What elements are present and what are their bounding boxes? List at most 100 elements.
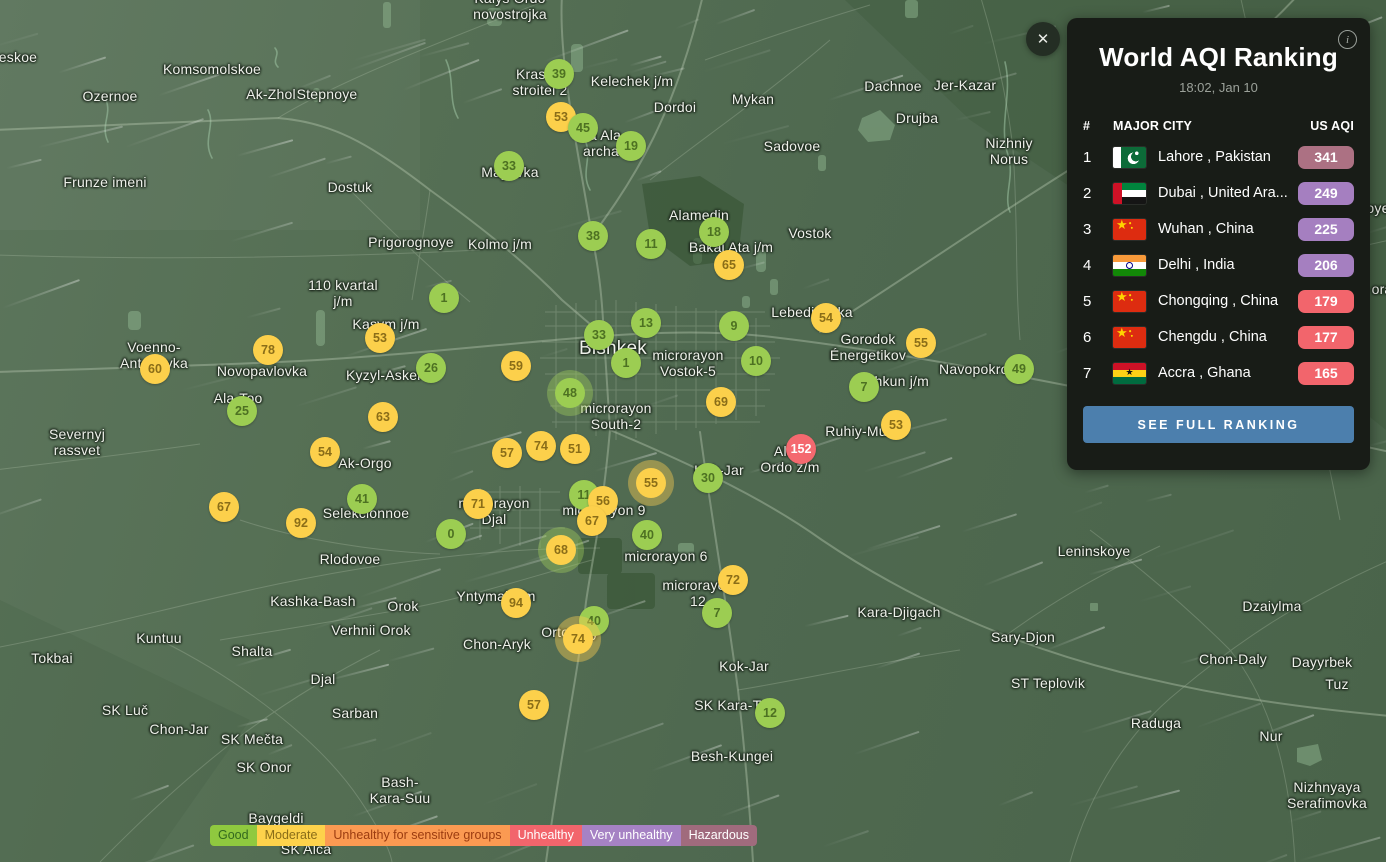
ranking-row[interactable]: 6 Chengdu , China 177 — [1083, 319, 1354, 355]
aqi-station-marker[interactable]: 33 — [584, 320, 614, 350]
aqi-station-marker[interactable]: 53 — [365, 323, 395, 353]
aqi-value-badge: 249 — [1298, 182, 1354, 205]
ae-flag-icon — [1113, 183, 1146, 204]
aqi-station-marker[interactable]: 25 — [227, 396, 257, 426]
ranking-row[interactable]: 7 Accra , Ghana 165 — [1083, 355, 1354, 391]
panel-title: World AQI Ranking — [1083, 42, 1354, 73]
aqi-station-marker[interactable]: 57 — [519, 690, 549, 720]
aqi-station-marker[interactable]: 0 — [436, 519, 466, 549]
aqi-value-badge: 206 — [1298, 254, 1354, 277]
aqi-station-marker[interactable]: 55 — [906, 328, 936, 358]
info-icon[interactable]: i — [1338, 30, 1357, 49]
rank-number: 5 — [1083, 293, 1113, 310]
aqi-station-marker[interactable]: 67 — [577, 506, 607, 536]
city-name: Dubai , United Ara... — [1158, 185, 1298, 201]
aqi-station-marker[interactable]: 38 — [578, 221, 608, 251]
aqi-station-marker[interactable]: 7 — [849, 372, 879, 402]
aqi-station-marker[interactable]: 78 — [253, 335, 283, 365]
aqi-station-marker[interactable]: 74 — [526, 431, 556, 461]
aqi-station-marker[interactable]: 72 — [718, 565, 748, 595]
legend-item-unhealthy_sensitive: Unhealthy for sensitive groups — [325, 825, 509, 846]
legend-item-very_unhealthy: Very unhealthy — [582, 825, 681, 846]
aqi-station-marker[interactable]: 1 — [429, 283, 459, 313]
aqi-station-marker[interactable]: 55 — [636, 468, 666, 498]
legend-item-unhealthy: Unhealthy — [510, 825, 582, 846]
city-name: Chengdu , China — [1158, 329, 1298, 345]
col-us-aqi: US AQI — [1296, 119, 1354, 133]
pk-flag-icon — [1113, 147, 1146, 168]
aqi-station-marker[interactable]: 48 — [555, 378, 585, 408]
legend-item-good: Good — [210, 825, 257, 846]
rank-number: 4 — [1083, 257, 1113, 274]
aqi-station-marker[interactable]: 71 — [463, 489, 493, 519]
aqi-station-marker[interactable]: 69 — [706, 387, 736, 417]
col-rank: # — [1083, 119, 1113, 133]
ranking-rows: 1 Lahore , Pakistan 341 2 Dubai , United… — [1083, 139, 1354, 391]
ranking-row[interactable]: 2 Dubai , United Ara... 249 — [1083, 175, 1354, 211]
aqi-station-marker[interactable]: 13 — [631, 308, 661, 338]
aqi-station-marker[interactable]: 94 — [501, 588, 531, 618]
aqi-value-badge: 341 — [1298, 146, 1354, 169]
legend-item-moderate: Moderate — [257, 825, 326, 846]
aqi-station-marker[interactable]: 54 — [811, 303, 841, 333]
aqi-station-marker[interactable]: 53 — [881, 410, 911, 440]
aqi-station-marker[interactable]: 1 — [611, 348, 641, 378]
city-name: Chongqing , China — [1158, 293, 1298, 309]
aqi-station-marker[interactable]: 59 — [501, 351, 531, 381]
ranking-row[interactable]: 3 Wuhan , China 225 — [1083, 211, 1354, 247]
aqi-station-marker[interactable]: 68 — [546, 535, 576, 565]
aqi-station-marker[interactable]: 57 — [492, 438, 522, 468]
city-name: Delhi , India — [1158, 257, 1298, 273]
rank-number: 7 — [1083, 365, 1113, 382]
ranking-row[interactable]: 4 Delhi , India 206 — [1083, 247, 1354, 283]
aqi-station-marker[interactable]: 63 — [368, 402, 398, 432]
rank-number: 6 — [1083, 329, 1113, 346]
aqi-station-marker[interactable]: 39 — [544, 59, 574, 89]
aqi-station-marker[interactable]: 30 — [693, 463, 723, 493]
aqi-station-marker[interactable]: 9 — [719, 311, 749, 341]
aqi-map-app: neskoeKomsomolskoeOzernoeAk-ZholStepnoye… — [0, 0, 1386, 862]
aqi-station-marker[interactable]: 12 — [755, 698, 785, 728]
aqi-station-marker[interactable]: 40 — [632, 520, 662, 550]
ranking-row[interactable]: 1 Lahore , Pakistan 341 — [1083, 139, 1354, 175]
aqi-station-marker[interactable]: 74 — [563, 624, 593, 654]
cn-flag-icon — [1113, 291, 1146, 312]
city-name: Wuhan , China — [1158, 221, 1298, 237]
panel-close-button[interactable]: ✕ — [1026, 22, 1060, 56]
legend-item-hazardous: Hazardous — [681, 825, 757, 846]
aqi-station-marker[interactable]: 67 — [209, 492, 239, 522]
rank-number: 2 — [1083, 185, 1113, 202]
aqi-station-marker[interactable]: 54 — [310, 437, 340, 467]
aqi-station-marker[interactable]: 7 — [702, 598, 732, 628]
aqi-value-badge: 225 — [1298, 218, 1354, 241]
aqi-legend: GoodModerateUnhealthy for sensitive grou… — [210, 825, 757, 846]
aqi-station-marker[interactable]: 33 — [494, 151, 524, 181]
cn-flag-icon — [1113, 327, 1146, 348]
aqi-station-marker[interactable]: 152 — [786, 434, 816, 464]
aqi-station-marker[interactable]: 18 — [699, 217, 729, 247]
aqi-value-badge: 177 — [1298, 326, 1354, 349]
aqi-station-marker[interactable]: 60 — [140, 354, 170, 384]
in-flag-icon — [1113, 255, 1146, 276]
aqi-station-marker[interactable]: 92 — [286, 508, 316, 538]
world-aqi-ranking-panel: i World AQI Ranking 18:02, Jan 10 # MAJO… — [1067, 18, 1370, 470]
aqi-station-marker[interactable]: 45 — [568, 113, 598, 143]
gh-flag-icon — [1113, 363, 1146, 384]
aqi-value-badge: 179 — [1298, 290, 1354, 313]
see-full-ranking-button[interactable]: SEE FULL RANKING — [1083, 406, 1354, 443]
aqi-station-marker[interactable]: 51 — [560, 434, 590, 464]
aqi-station-marker[interactable]: 49 — [1004, 354, 1034, 384]
col-major-city: MAJOR CITY — [1113, 119, 1296, 133]
aqi-station-marker[interactable]: 26 — [416, 353, 446, 383]
aqi-station-marker[interactable]: 19 — [616, 131, 646, 161]
panel-timestamp: 18:02, Jan 10 — [1083, 80, 1354, 95]
aqi-station-marker[interactable]: 65 — [714, 250, 744, 280]
aqi-station-marker[interactable]: 11 — [636, 229, 666, 259]
ranking-header-row: # MAJOR CITY US AQI — [1083, 119, 1354, 133]
cn-flag-icon — [1113, 219, 1146, 240]
aqi-station-marker[interactable]: 10 — [741, 346, 771, 376]
rank-number: 3 — [1083, 221, 1113, 238]
city-name: Accra , Ghana — [1158, 365, 1298, 381]
ranking-row[interactable]: 5 Chongqing , China 179 — [1083, 283, 1354, 319]
aqi-station-marker[interactable]: 41 — [347, 484, 377, 514]
